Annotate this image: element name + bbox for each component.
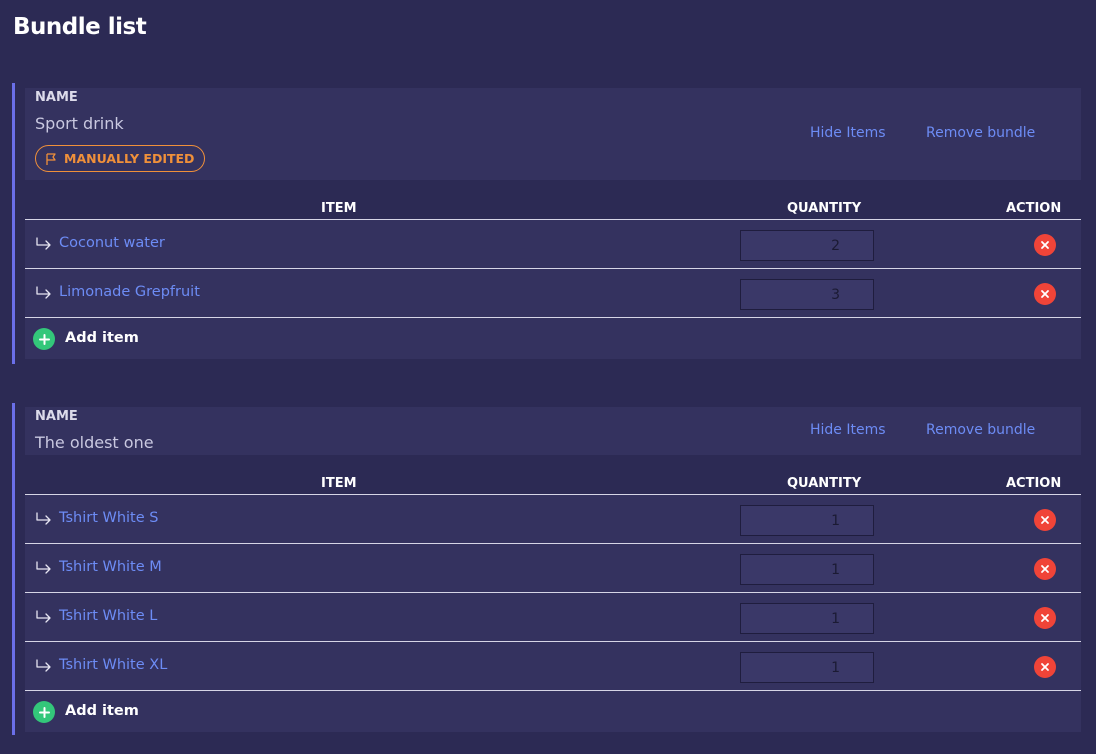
column-header-action: ACTION — [1006, 476, 1062, 491]
close-icon — [1041, 663, 1049, 671]
remove-bundle-link[interactable]: Remove bundle — [926, 422, 1035, 438]
hide-items-link[interactable]: Hide Items — [810, 125, 886, 141]
item-link[interactable]: Tshirt White XL — [59, 657, 167, 673]
name-label: NAME — [35, 409, 78, 424]
remove-item-button[interactable] — [1034, 558, 1056, 580]
table-row: Coconut water — [25, 220, 1081, 269]
quantity-input[interactable] — [740, 505, 874, 536]
column-header-item: ITEM — [321, 476, 357, 491]
quantity-input[interactable] — [740, 603, 874, 634]
quantity-input[interactable] — [740, 652, 874, 683]
plus-icon — [38, 706, 50, 718]
bundle-card: NAME The oldest one Hide Items Remove bu… — [12, 403, 1081, 735]
table-row: Tshirt White S — [25, 495, 1081, 544]
close-icon — [1041, 614, 1049, 622]
quantity-input[interactable] — [740, 230, 874, 261]
bundle-header: NAME The oldest one Hide Items Remove bu… — [25, 407, 1081, 455]
remove-bundle-link[interactable]: Remove bundle — [926, 125, 1035, 141]
remove-item-button[interactable] — [1034, 283, 1056, 305]
table-row: Limonade Grepfruit — [25, 269, 1081, 318]
hide-items-link[interactable]: Hide Items — [810, 422, 886, 438]
table-row: Tshirt White XL — [25, 642, 1081, 691]
remove-item-button[interactable] — [1034, 509, 1056, 531]
item-link[interactable]: Tshirt White L — [59, 608, 157, 624]
sub-item-arrow-icon — [35, 285, 53, 304]
sub-item-arrow-icon — [35, 236, 53, 255]
flag-icon — [44, 152, 58, 166]
column-header-item: ITEM — [321, 201, 357, 216]
quantity-input[interactable] — [740, 554, 874, 585]
item-link[interactable]: Tshirt White M — [59, 559, 162, 575]
column-header-quantity: QUANTITY — [787, 476, 862, 491]
remove-item-button[interactable] — [1034, 656, 1056, 678]
column-header-action: ACTION — [1006, 201, 1062, 216]
close-icon — [1041, 516, 1049, 524]
manually-edited-badge: MANUALLY EDITED — [35, 145, 206, 172]
name-label: NAME — [35, 90, 78, 105]
item-link[interactable]: Limonade Grepfruit — [59, 284, 200, 300]
remove-item-button[interactable] — [1034, 234, 1056, 256]
add-item-label[interactable]: Add item — [65, 330, 139, 346]
close-icon — [1041, 565, 1049, 573]
item-link[interactable]: Coconut water — [59, 235, 165, 251]
sub-item-arrow-icon — [35, 511, 53, 530]
table-row: Tshirt White M — [25, 544, 1081, 593]
add-item-row: Add item — [25, 691, 1081, 732]
bundle-header: NAME Sport drink MANUALLY EDITED Hide It… — [25, 88, 1081, 180]
column-header-quantity: QUANTITY — [787, 201, 862, 216]
page-title: Bundle list — [13, 14, 147, 40]
add-item-label[interactable]: Add item — [65, 703, 139, 719]
sub-item-arrow-icon — [35, 560, 53, 579]
badge-label: MANUALLY EDITED — [64, 151, 195, 166]
bundle-card: NAME Sport drink MANUALLY EDITED Hide It… — [12, 83, 1081, 364]
add-item-button[interactable] — [33, 328, 55, 350]
table-row: Tshirt White L — [25, 593, 1081, 642]
sub-item-arrow-icon — [35, 609, 53, 628]
sub-item-arrow-icon — [35, 658, 53, 677]
quantity-input[interactable] — [740, 279, 874, 310]
close-icon — [1041, 290, 1049, 298]
bundle-name: Sport drink — [35, 114, 124, 133]
add-item-button[interactable] — [33, 701, 55, 723]
remove-item-button[interactable] — [1034, 607, 1056, 629]
bundle-name: The oldest one — [35, 433, 154, 452]
close-icon — [1041, 241, 1049, 249]
item-link[interactable]: Tshirt White S — [59, 510, 158, 526]
plus-icon — [38, 333, 50, 345]
add-item-row: Add item — [25, 318, 1081, 359]
